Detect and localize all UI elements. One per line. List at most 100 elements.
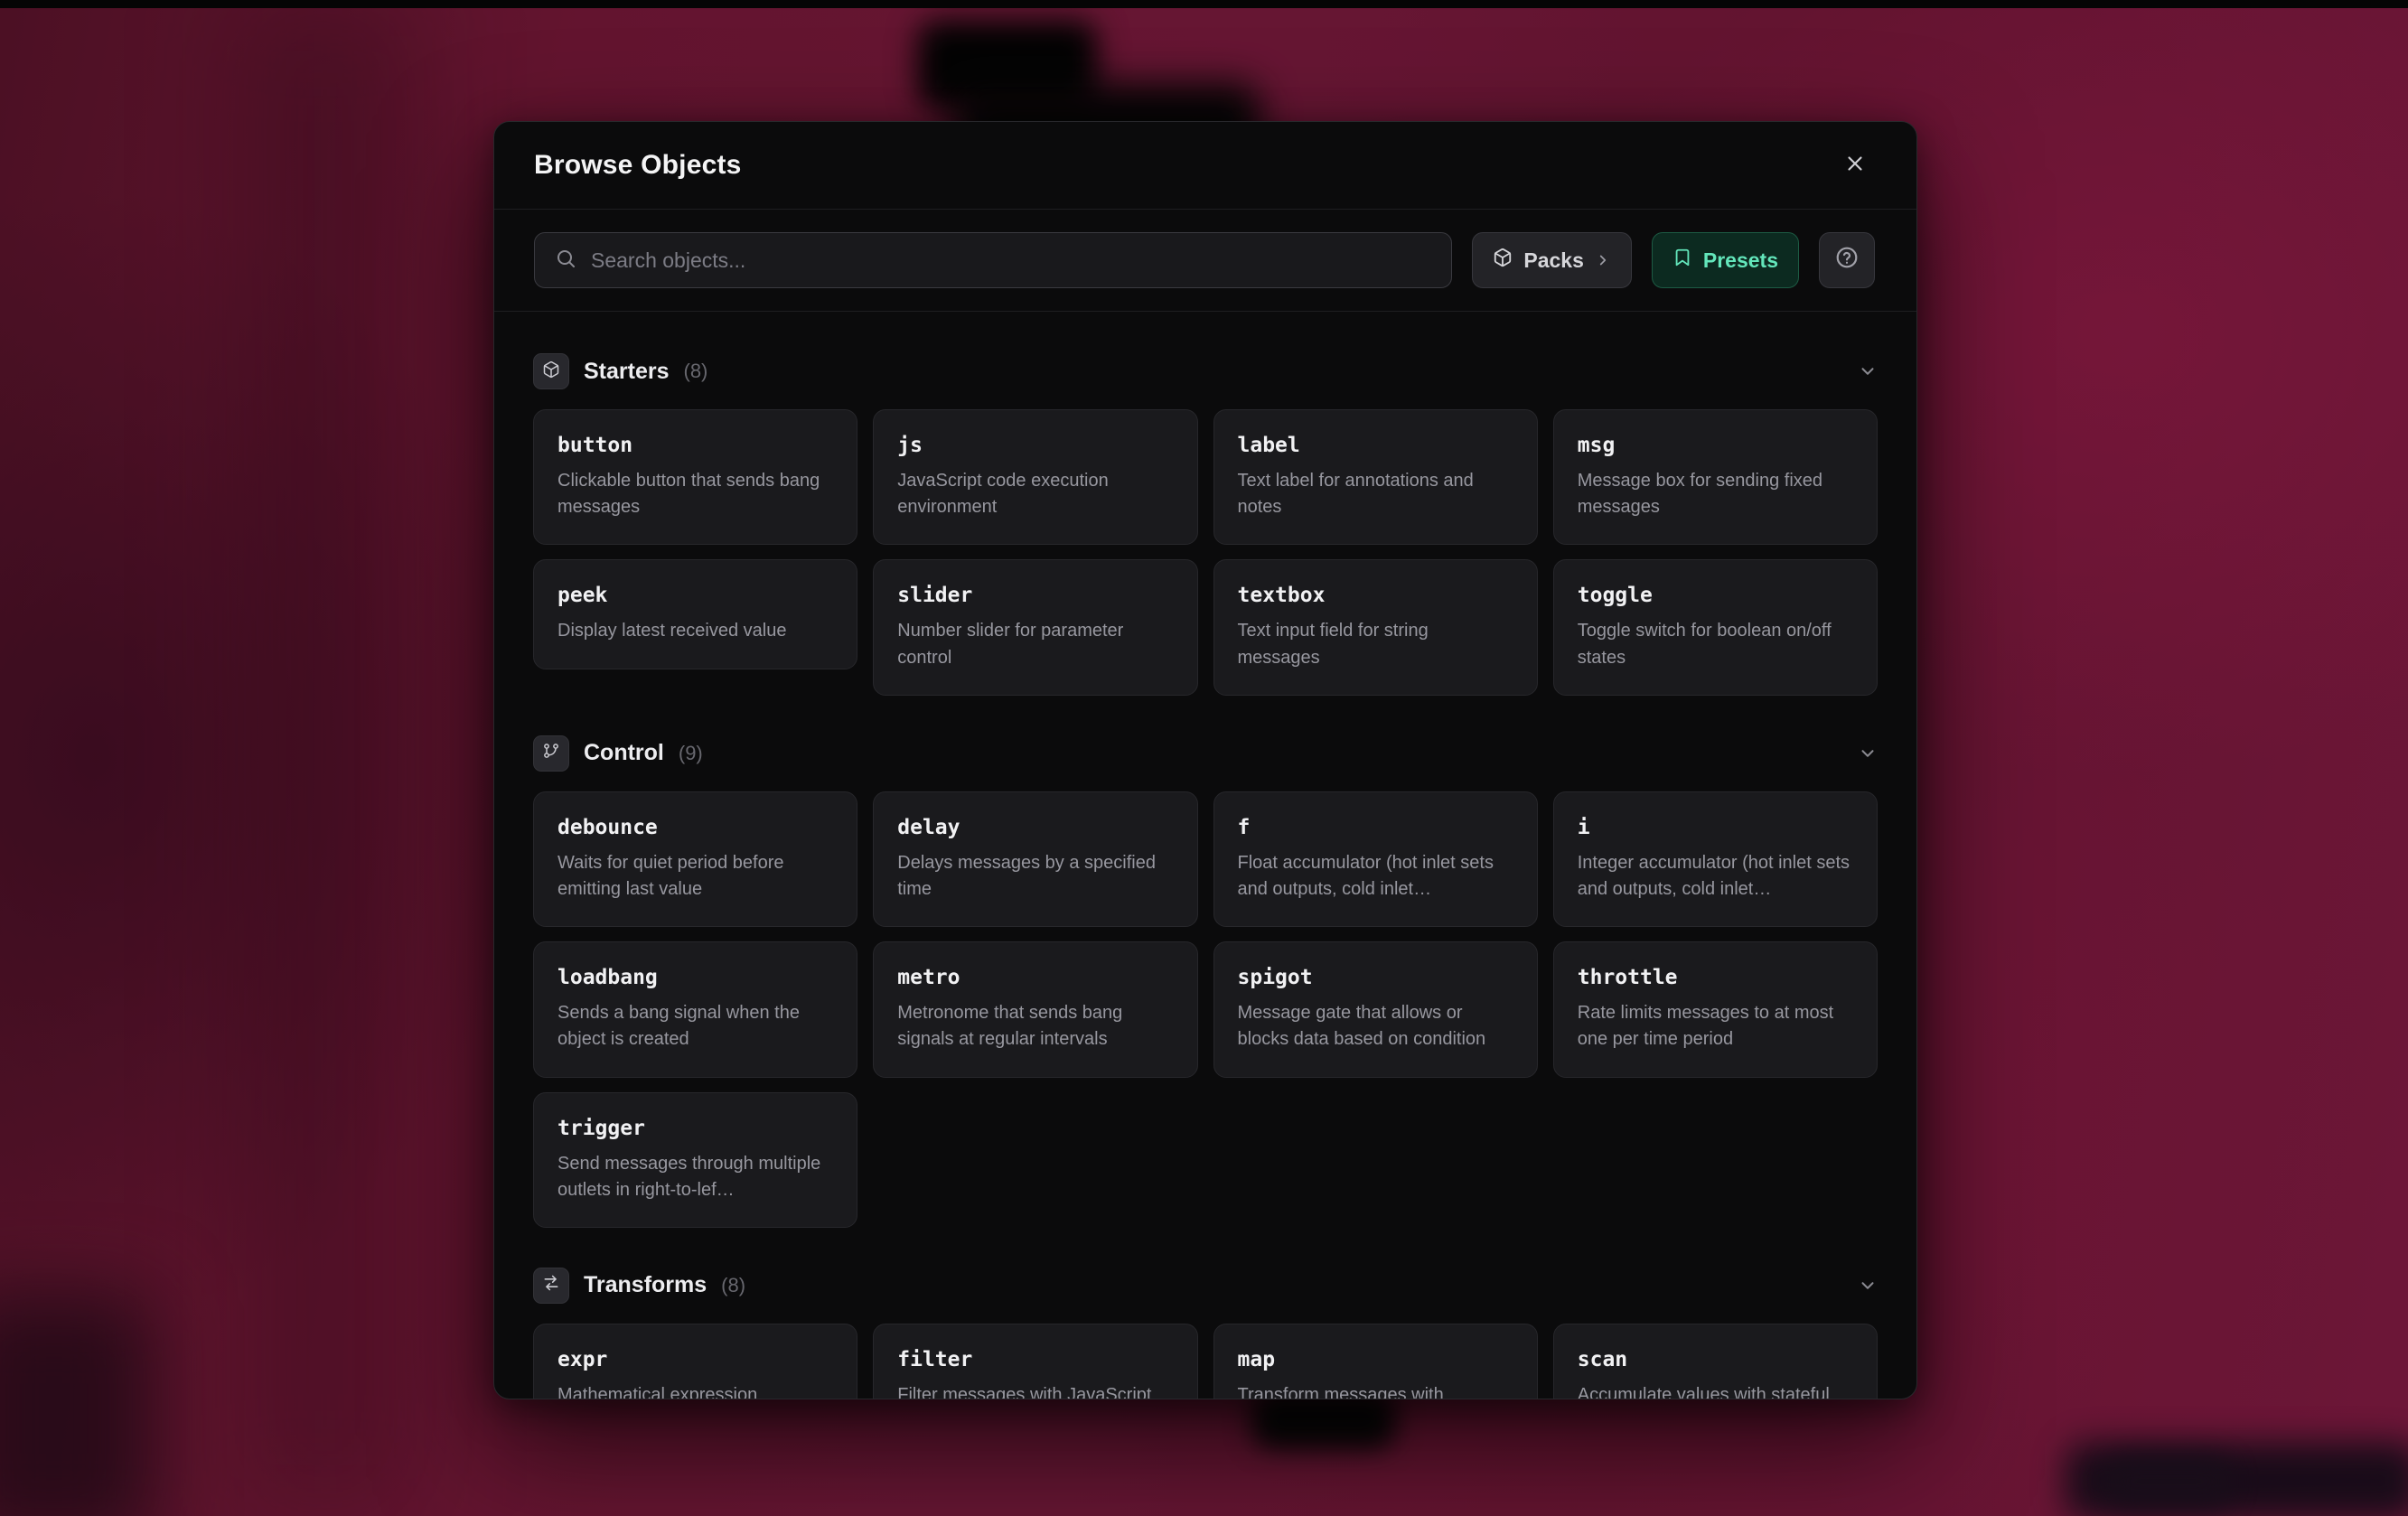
object-name: msg <box>1578 434 1855 457</box>
section-title: Control <box>584 740 664 766</box>
object-card[interactable]: i Integer accumulator (hot inlet sets an… <box>1553 791 1878 927</box>
object-name: metro <box>897 966 1175 989</box>
presets-button[interactable]: Presets <box>1652 232 1799 288</box>
object-description: Accumulate values with stateful accumula… <box>1578 1382 1855 1399</box>
section-count: (8) <box>684 360 708 383</box>
package-icon <box>1493 248 1513 273</box>
object-description: Transform messages with JavaScript expre… <box>1238 1382 1515 1399</box>
object-description: Integer accumulator (hot inlet sets and … <box>1578 850 1855 903</box>
help-button[interactable] <box>1819 232 1875 288</box>
object-description: Mathematical expression evaluator <box>557 1382 835 1399</box>
object-card[interactable]: msg Message box for sending fixed messag… <box>1553 409 1878 545</box>
object-card[interactable]: loadbang Sends a bang signal when the ob… <box>533 941 857 1077</box>
close-button[interactable] <box>1835 145 1875 185</box>
object-grid: button Clickable button that sends bang … <box>533 409 1878 696</box>
object-card[interactable]: slider Number slider for parameter contr… <box>873 559 1197 695</box>
object-name: label <box>1238 434 1515 457</box>
object-card[interactable]: textbox Text input field for string mess… <box>1213 559 1538 695</box>
object-card[interactable]: debounce Waits for quiet period before e… <box>533 791 857 927</box>
section-title: Transforms <box>584 1272 707 1298</box>
chevron-down-icon[interactable] <box>1858 1276 1878 1296</box>
section-header[interactable]: Starters (8) <box>533 353 1878 389</box>
object-card[interactable]: metro Metronome that sends bang signals … <box>873 941 1197 1077</box>
object-description: Text label for annotations and notes <box>1238 468 1515 520</box>
object-name: debounce <box>557 816 835 839</box>
object-card[interactable]: filter Filter messages with JavaScript c… <box>873 1324 1197 1399</box>
object-description: Float accumulator (hot inlet sets and ou… <box>1238 850 1515 903</box>
close-icon <box>1843 152 1867 180</box>
modal-toolbar: Packs Presets <box>494 210 1916 312</box>
object-name: js <box>897 434 1175 457</box>
object-description: Clickable button that sends bang message… <box>557 468 835 520</box>
object-description: Delays messages by a specified time <box>897 850 1175 903</box>
object-card[interactable]: trigger Send messages through multiple o… <box>533 1092 857 1228</box>
object-description: Sends a bang signal when the object is c… <box>557 1000 835 1053</box>
object-card[interactable]: map Transform messages with JavaScript e… <box>1213 1324 1538 1399</box>
page-title: Browse Objects <box>534 150 742 181</box>
object-description: Message gate that allows or blocks data … <box>1238 1000 1515 1053</box>
object-name: slider <box>897 584 1175 607</box>
object-card[interactable]: peek Display latest received value <box>533 559 857 669</box>
object-name: expr <box>557 1348 835 1371</box>
object-grid: expr Mathematical expression evaluator f… <box>533 1324 1878 1399</box>
section-header[interactable]: Control (9) <box>533 735 1878 772</box>
object-name: filter <box>897 1348 1175 1371</box>
section-count: (8) <box>721 1274 745 1297</box>
object-description: Toggle switch for boolean on/off states <box>1578 618 1855 670</box>
object-description: JavaScript code execution environment <box>897 468 1175 520</box>
object-name: trigger <box>557 1117 835 1140</box>
object-name: scan <box>1578 1348 1855 1371</box>
search-icon <box>555 248 576 274</box>
section-header[interactable]: Transforms (8) <box>533 1268 1878 1304</box>
swap-icon <box>542 1274 560 1296</box>
object-description: Display latest received value <box>557 618 835 644</box>
object-card[interactable]: scan Accumulate values with stateful acc… <box>1553 1324 1878 1399</box>
object-name: throttle <box>1578 966 1855 989</box>
chevron-down-icon[interactable] <box>1858 361 1878 381</box>
object-grid: debounce Waits for quiet period before e… <box>533 791 1878 1228</box>
object-card[interactable]: expr Mathematical expression evaluator <box>533 1324 857 1399</box>
object-description: Send messages through multiple outlets i… <box>557 1151 835 1203</box>
object-name: loadbang <box>557 966 835 989</box>
object-section: Control (9) debounce Waits for quiet per… <box>533 735 1878 1228</box>
object-name: map <box>1238 1348 1515 1371</box>
object-name: toggle <box>1578 584 1855 607</box>
object-card[interactable]: spigot Message gate that allows or block… <box>1213 941 1538 1077</box>
object-section: Transforms (8) expr Mathematical express… <box>533 1268 1878 1399</box>
object-card[interactable]: throttle Rate limits messages to at most… <box>1553 941 1878 1077</box>
section-count: (9) <box>679 742 703 765</box>
object-name: spigot <box>1238 966 1515 989</box>
object-section: Starters (8) button Clickable button tha… <box>533 353 1878 696</box>
object-description: Filter messages with JavaScript conditio… <box>897 1382 1175 1399</box>
chevron-right-icon <box>1595 252 1611 268</box>
presets-button-label: Presets <box>1703 248 1778 273</box>
object-card[interactable]: f Float accumulator (hot inlet sets and … <box>1213 791 1538 927</box>
object-name: delay <box>897 816 1175 839</box>
top-black-bar <box>0 0 2408 8</box>
object-card[interactable]: delay Delays messages by a specified tim… <box>873 791 1197 927</box>
object-description: Rate limits messages to at most one per … <box>1578 1000 1855 1053</box>
object-description: Waits for quiet period before emitting l… <box>557 850 835 903</box>
object-description: Number slider for parameter control <box>897 618 1175 670</box>
object-name: f <box>1238 816 1515 839</box>
object-description: Text input field for string messages <box>1238 618 1515 670</box>
section-title: Starters <box>584 359 670 385</box>
packs-button[interactable]: Packs <box>1472 232 1632 288</box>
chevron-down-icon[interactable] <box>1858 744 1878 763</box>
object-name: peek <box>557 584 835 607</box>
object-card[interactable]: js JavaScript code execution environment <box>873 409 1197 545</box>
object-name: i <box>1578 816 1855 839</box>
object-description: Message box for sending fixed messages <box>1578 468 1855 520</box>
object-card[interactable]: toggle Toggle switch for boolean on/off … <box>1553 559 1878 695</box>
object-name: textbox <box>1238 584 1515 607</box>
search-box[interactable] <box>534 232 1452 288</box>
branch-icon <box>542 742 560 764</box>
cube-icon <box>542 360 560 383</box>
object-card[interactable]: button Clickable button that sends bang … <box>533 409 857 545</box>
bookmark-icon <box>1672 248 1692 273</box>
help-icon <box>1835 246 1859 275</box>
object-name: button <box>557 434 835 457</box>
object-card[interactable]: label Text label for annotations and not… <box>1213 409 1538 545</box>
object-description: Metronome that sends bang signals at reg… <box>897 1000 1175 1053</box>
search-input[interactable] <box>591 248 1431 273</box>
